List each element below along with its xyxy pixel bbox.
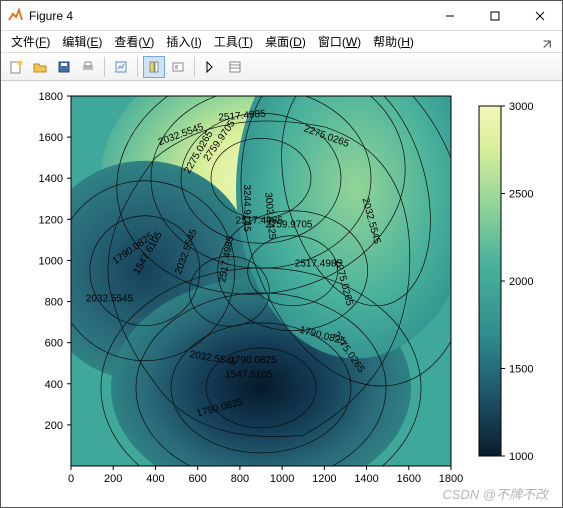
menu-view[interactable]: 查看(V) (108, 31, 160, 52)
svg-text:1200: 1200 (312, 473, 336, 485)
svg-text:600: 600 (188, 473, 206, 485)
svg-text:1400: 1400 (354, 473, 378, 485)
menu-tools[interactable]: 工具(T) (208, 31, 259, 52)
svg-text:1600: 1600 (39, 132, 63, 144)
open-button[interactable] (29, 56, 51, 78)
save-button[interactable] (53, 56, 75, 78)
window-title: Figure 4 (29, 9, 427, 23)
svg-text:2759.9705: 2759.9705 (265, 220, 313, 231)
menubar: 文件(F) 编辑(E) 查看(V) 插入(I) 工具(T) 桌面(D) 窗口(W… (1, 31, 562, 53)
svg-text:400: 400 (45, 379, 63, 391)
matlab-logo-icon (7, 8, 23, 24)
svg-text:1000: 1000 (39, 255, 63, 267)
svg-text:800: 800 (45, 297, 63, 309)
svg-text:1800: 1800 (39, 91, 63, 103)
svg-text:2032.5545: 2032.5545 (86, 294, 134, 305)
edit-plot-button[interactable] (200, 56, 222, 78)
svg-text:1790.0825: 1790.0825 (229, 355, 277, 366)
toolbar (1, 53, 562, 81)
minimize-button[interactable] (427, 1, 472, 30)
insert-legend-button[interactable] (167, 56, 189, 78)
svg-text:1000: 1000 (509, 451, 533, 463)
link-plot-button[interactable] (110, 56, 132, 78)
svg-text:1200: 1200 (39, 214, 63, 226)
contour-plot: 2032.55452517.49852275.02652275.02652759… (1, 81, 562, 505)
menu-edit[interactable]: 编辑(E) (56, 31, 108, 52)
menu-file[interactable]: 文件(F) (5, 31, 56, 52)
svg-text:1500: 1500 (509, 364, 533, 376)
svg-text:2000: 2000 (509, 276, 533, 288)
plot-area[interactable]: 2032.55452517.49852275.02652275.02652759… (1, 81, 562, 507)
menu-window[interactable]: 窗口(W) (312, 31, 367, 52)
insert-colorbar-button[interactable] (143, 56, 165, 78)
close-button[interactable] (517, 1, 562, 30)
svg-text:2517.4985: 2517.4985 (295, 259, 343, 270)
watermark: CSDN @不牌不改 (442, 484, 548, 503)
window-controls (427, 1, 562, 30)
svg-text:1000: 1000 (270, 473, 294, 485)
svg-text:200: 200 (104, 473, 122, 485)
svg-text:200: 200 (45, 420, 63, 432)
dock-arrow-icon[interactable] (540, 35, 554, 49)
titlebar[interactable]: Figure 4 (1, 1, 562, 31)
menu-help[interactable]: 帮助(H) (367, 31, 420, 52)
svg-text:1547.6105: 1547.6105 (225, 370, 273, 381)
svg-text:0: 0 (68, 473, 74, 485)
print-button[interactable] (77, 56, 99, 78)
svg-text:600: 600 (45, 338, 63, 350)
figure-window: Figure 4 文件(F) 编辑(E) 查看(V) 插入(I) 工具(T) 桌… (0, 0, 563, 508)
svg-text:1400: 1400 (39, 173, 63, 185)
maximize-button[interactable] (472, 1, 517, 30)
menu-desktop[interactable]: 桌面(D) (259, 31, 312, 52)
svg-text:400: 400 (146, 473, 164, 485)
svg-text:1600: 1600 (397, 473, 421, 485)
svg-text:3000: 3000 (509, 101, 533, 113)
open-property-button[interactable] (224, 56, 246, 78)
svg-text:2500: 2500 (509, 189, 533, 201)
svg-text:800: 800 (231, 473, 249, 485)
menu-insert[interactable]: 插入(I) (160, 31, 207, 52)
new-figure-button[interactable] (5, 56, 27, 78)
